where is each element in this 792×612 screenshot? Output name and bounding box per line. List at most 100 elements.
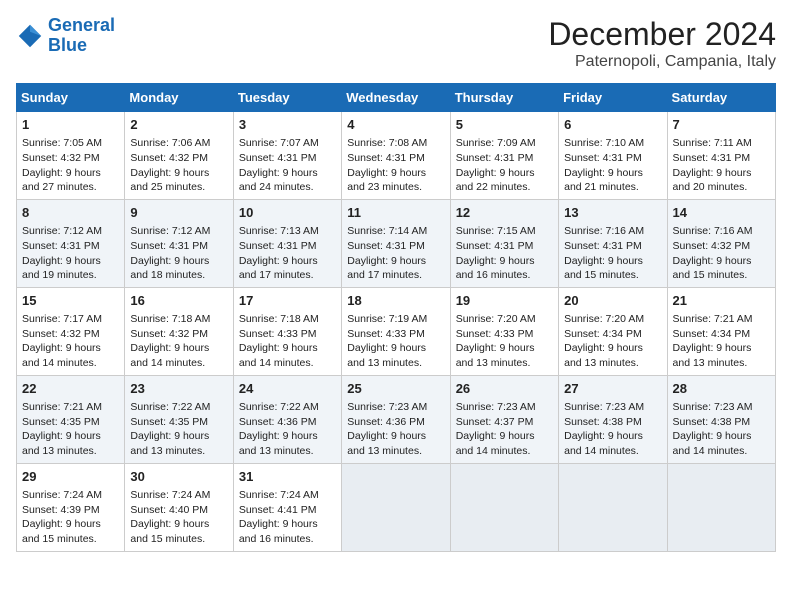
day-info-line: and 15 minutes.: [564, 268, 661, 283]
calendar-cell: 3Sunrise: 7:07 AMSunset: 4:31 PMDaylight…: [233, 112, 341, 200]
calendar-week-row: 29Sunrise: 7:24 AMSunset: 4:39 PMDayligh…: [17, 463, 776, 551]
day-number: 22: [22, 380, 119, 398]
day-info-line: and 13 minutes.: [347, 356, 444, 371]
day-info-line: Sunset: 4:33 PM: [239, 327, 336, 342]
day-info-line: Daylight: 9 hours: [347, 429, 444, 444]
calendar-title: December 2024: [548, 16, 776, 53]
day-number: 10: [239, 204, 336, 222]
day-info-line: Sunrise: 7:21 AM: [22, 400, 119, 415]
day-info-line: Daylight: 9 hours: [130, 166, 227, 181]
day-info-line: Sunset: 4:36 PM: [239, 415, 336, 430]
day-info-line: Sunset: 4:33 PM: [347, 327, 444, 342]
day-info-line: Daylight: 9 hours: [456, 254, 553, 269]
day-info-line: Daylight: 9 hours: [130, 254, 227, 269]
day-info-line: Sunrise: 7:20 AM: [564, 312, 661, 327]
day-info-line: Sunset: 4:38 PM: [673, 415, 770, 430]
day-number: 8: [22, 204, 119, 222]
day-info-line: Sunrise: 7:18 AM: [239, 312, 336, 327]
day-number: 18: [347, 292, 444, 310]
calendar-cell: 16 Sunrise: 7:18 AMSunset: 4:32 PMDayligh…: [125, 287, 233, 375]
logo-text: General Blue: [48, 16, 115, 56]
header-friday: Friday: [559, 84, 667, 112]
calendar-cell: 24Sunrise: 7:22 AMSunset: 4:36 PMDayligh…: [233, 375, 341, 463]
day-info-line: Sunrise: 7:09 AM: [456, 136, 553, 151]
calendar-cell: [667, 463, 775, 551]
day-info-line: and 15 minutes.: [130, 532, 227, 547]
day-info-line: Sunrise: 7:23 AM: [347, 400, 444, 415]
day-number: 2: [130, 116, 227, 134]
day-info-line: Sunset: 4:37 PM: [456, 415, 553, 430]
day-info-line: Sunrise: 7:08 AM: [347, 136, 444, 151]
day-info-line: Daylight: 9 hours: [673, 254, 770, 269]
day-info-line: Sunrise: 7:13 AM: [239, 224, 336, 239]
day-info-line: Daylight: 9 hours: [130, 341, 227, 356]
calendar-cell: 2Sunrise: 7:06 AMSunset: 4:32 PMDaylight…: [125, 112, 233, 200]
calendar-cell: 7Sunrise: 7:11 AMSunset: 4:31 PMDaylight…: [667, 112, 775, 200]
day-info-line: Sunrise: 7:14 AM: [347, 224, 444, 239]
day-info-line: Daylight: 9 hours: [564, 254, 661, 269]
day-info-line: Sunrise: 7:18 AM: [130, 312, 227, 327]
day-info-line: Daylight: 9 hours: [239, 517, 336, 532]
day-info-line: Daylight: 9 hours: [673, 429, 770, 444]
day-info-line: Sunset: 4:31 PM: [673, 151, 770, 166]
day-info-line: and 21 minutes.: [564, 180, 661, 195]
day-info-line: Daylight: 9 hours: [22, 429, 119, 444]
day-number: 11: [347, 204, 444, 222]
day-number: 16: [130, 292, 227, 310]
day-info-line: Sunset: 4:33 PM: [456, 327, 553, 342]
day-info-line: Sunrise: 7:20 AM: [456, 312, 553, 327]
day-number: 28: [673, 380, 770, 398]
day-info-line: Sunset: 4:32 PM: [22, 327, 119, 342]
header-saturday: Saturday: [667, 84, 775, 112]
day-number: 26: [456, 380, 553, 398]
calendar-subtitle: Paternopoli, Campania, Italy: [548, 53, 776, 71]
day-info-line: and 24 minutes.: [239, 180, 336, 195]
calendar-cell: 22Sunrise: 7:21 AMSunset: 4:35 PMDayligh…: [17, 375, 125, 463]
day-info-line: Sunrise: 7:12 AM: [22, 224, 119, 239]
calendar-cell: [342, 463, 450, 551]
day-info-line: Sunset: 4:36 PM: [347, 415, 444, 430]
day-info-line: Sunrise: 7:17 AM: [22, 312, 119, 327]
day-number: 4: [347, 116, 444, 134]
logo-line2: Blue: [48, 35, 87, 55]
day-number: 1: [22, 116, 119, 134]
day-info-line: Sunset: 4:39 PM: [22, 503, 119, 518]
day-info-line: Daylight: 9 hours: [22, 166, 119, 181]
day-info-line: Sunset: 4:38 PM: [564, 415, 661, 430]
day-info-line: and 16 minutes.: [456, 268, 553, 283]
day-info-line: and 15 minutes.: [22, 532, 119, 547]
calendar-cell: 8Sunrise: 7:12 AMSunset: 4:31 PMDaylight…: [17, 199, 125, 287]
day-info-line: Sunrise: 7:23 AM: [673, 400, 770, 415]
title-block: December 2024 Paternopoli, Campania, Ita…: [548, 16, 776, 71]
day-number: 31: [239, 468, 336, 486]
calendar-cell: 6Sunrise: 7:10 AMSunset: 4:31 PMDaylight…: [559, 112, 667, 200]
day-number: 7: [673, 116, 770, 134]
day-info-line: Sunrise: 7:22 AM: [130, 400, 227, 415]
day-info-line: Daylight: 9 hours: [673, 166, 770, 181]
day-info-line: and 14 minutes.: [673, 444, 770, 459]
day-info-line: Sunset: 4:41 PM: [239, 503, 336, 518]
day-info-line: Sunset: 4:31 PM: [456, 151, 553, 166]
day-info-line: and 14 minutes.: [130, 356, 227, 371]
calendar-cell: [450, 463, 558, 551]
calendar-cell: 5Sunrise: 7:09 AMSunset: 4:31 PMDaylight…: [450, 112, 558, 200]
day-info-line: Daylight: 9 hours: [564, 429, 661, 444]
calendar-cell: 11Sunrise: 7:14 AMSunset: 4:31 PMDayligh…: [342, 199, 450, 287]
calendar-cell: 26Sunrise: 7:23 AMSunset: 4:37 PMDayligh…: [450, 375, 558, 463]
day-info-line: Daylight: 9 hours: [456, 341, 553, 356]
day-info-line: Sunset: 4:34 PM: [564, 327, 661, 342]
day-info-line: Sunrise: 7:10 AM: [564, 136, 661, 151]
day-number: 3: [239, 116, 336, 134]
day-info-line: Sunset: 4:32 PM: [130, 327, 227, 342]
day-info-line: and 17 minutes.: [239, 268, 336, 283]
calendar-table: SundayMondayTuesdayWednesdayThursdayFrid…: [16, 83, 776, 552]
day-info-line: Sunrise: 7:19 AM: [347, 312, 444, 327]
day-number: 12: [456, 204, 553, 222]
day-info-line: and 18 minutes.: [130, 268, 227, 283]
day-info-line: and 14 minutes.: [564, 444, 661, 459]
calendar-cell: 12Sunrise: 7:15 AMSunset: 4:31 PMDayligh…: [450, 199, 558, 287]
calendar-cell: 19Sunrise: 7:20 AMSunset: 4:33 PMDayligh…: [450, 287, 558, 375]
day-info-line: Sunrise: 7:23 AM: [564, 400, 661, 415]
calendar-week-row: 15Sunrise: 7:17 AMSunset: 4:32 PMDayligh…: [17, 287, 776, 375]
day-info-line: Sunset: 4:31 PM: [347, 239, 444, 254]
